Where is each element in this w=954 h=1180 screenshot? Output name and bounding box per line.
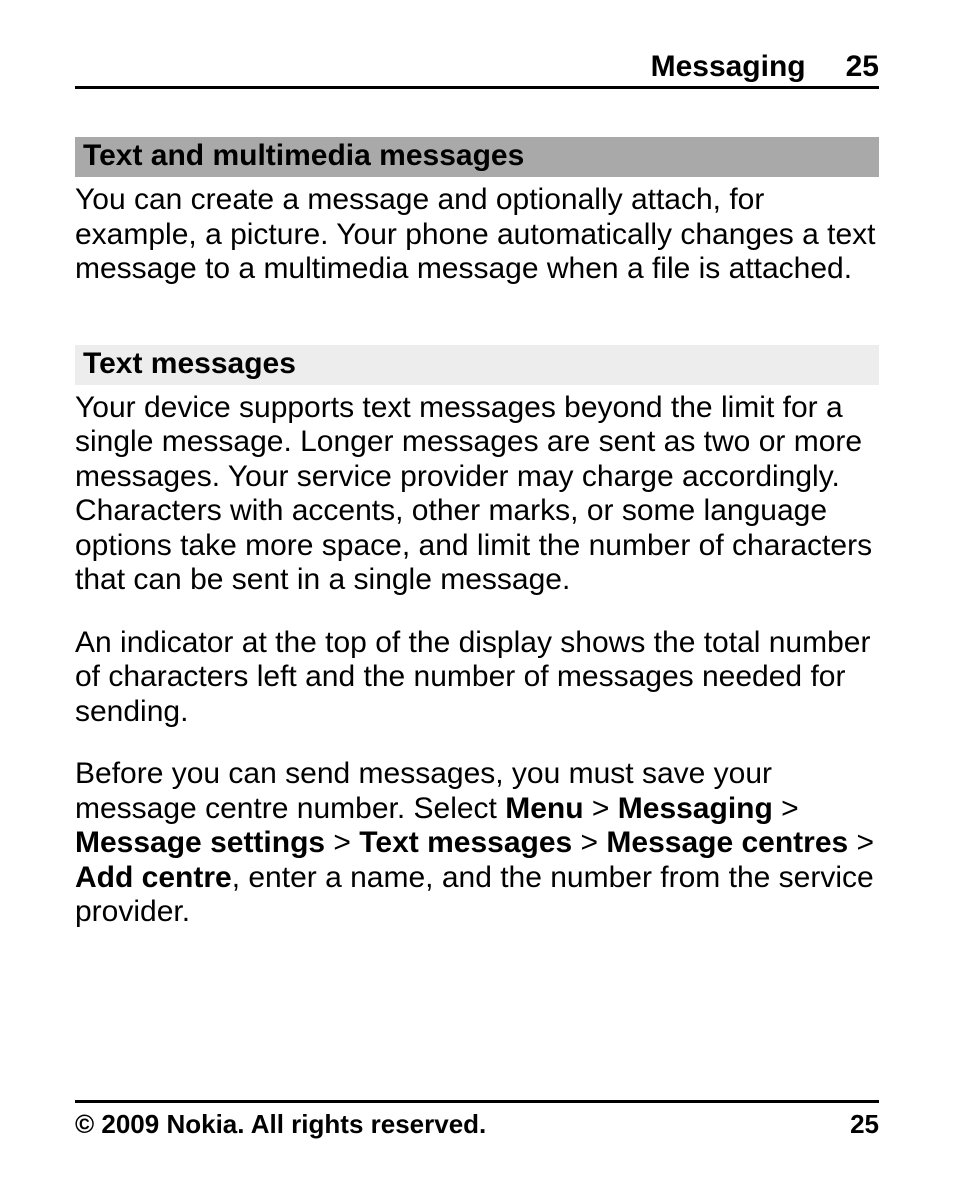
menu-path-messaging: Messaging — [618, 792, 773, 825]
section2-paragraph-2: An indicator at the top of the display s… — [75, 626, 879, 730]
section2-paragraph-1: Your device supports text messages beyon… — [75, 391, 879, 598]
footer-page-number: 25 — [850, 1109, 879, 1140]
sep: > — [572, 826, 606, 859]
sep: > — [325, 826, 359, 859]
menu-path-menu: Menu — [505, 792, 583, 825]
sep: > — [773, 792, 799, 825]
footer-copyright: © 2009 Nokia. All rights reserved. — [75, 1109, 486, 1140]
sep: > — [848, 826, 874, 859]
menu-path-message-settings: Message settings — [75, 826, 325, 859]
section-heading-text-messages: Text messages — [75, 345, 879, 385]
menu-path-add-centre: Add centre — [75, 861, 232, 894]
sep: > — [584, 792, 618, 825]
section-heading-text-and-multimedia: Text and multimedia messages — [75, 137, 879, 177]
menu-path-text-messages: Text messages — [359, 826, 572, 859]
page-header: Messaging 25 — [75, 50, 879, 89]
header-page-number: 25 — [846, 50, 879, 84]
section1-paragraph: You can create a message and optionally … — [75, 183, 879, 287]
page-footer: © 2009 Nokia. All rights reserved. 25 — [75, 1100, 879, 1140]
header-title: Messaging — [651, 50, 806, 84]
menu-path-message-centres: Message centres — [606, 826, 848, 859]
section2-paragraph-3: Before you can send messages, you must s… — [75, 757, 879, 930]
page: Messaging 25 Text and multimedia message… — [0, 0, 954, 1180]
